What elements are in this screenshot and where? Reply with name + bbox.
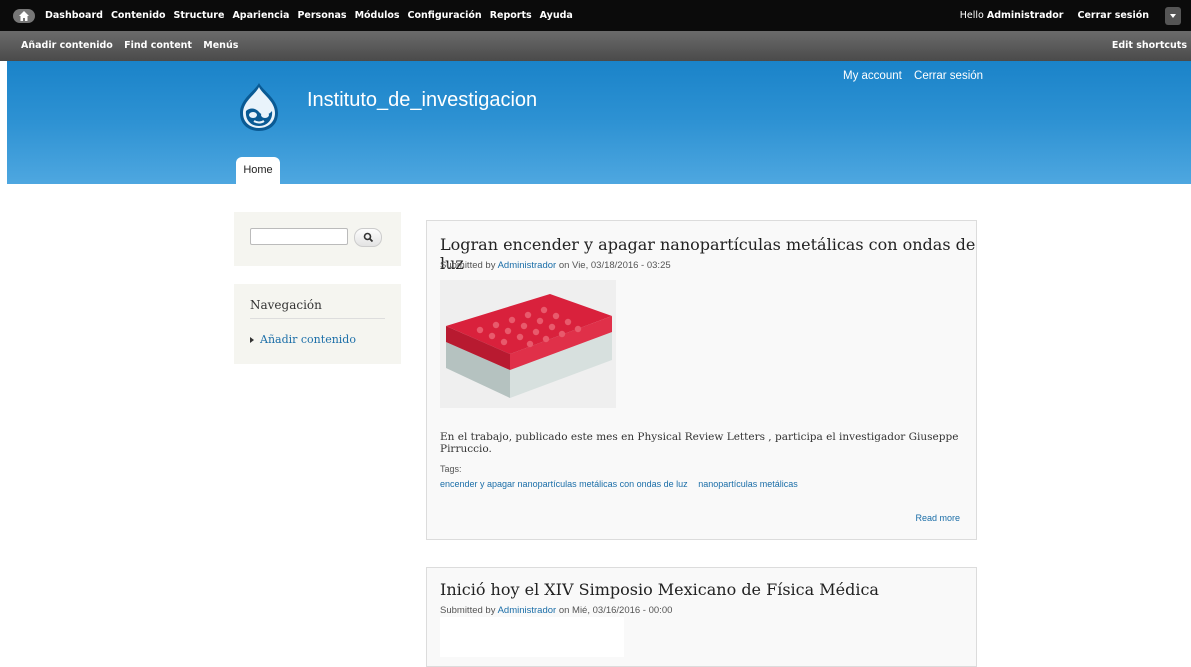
secondary-menu: My account Cerrar sesión	[843, 70, 992, 82]
logout-link[interactable]: Cerrar sesión	[1078, 10, 1150, 21]
admin-menu: Dashboard Contenido Structure Apariencia…	[45, 0, 581, 31]
search-input[interactable]	[250, 228, 348, 245]
tags-label: Tags:	[440, 464, 462, 474]
header-logout-link[interactable]: Cerrar sesión	[914, 70, 983, 82]
submitted-info: Submitted by Administrador on Mié, 03/16…	[440, 605, 672, 616]
menu-reports[interactable]: Reports	[490, 0, 532, 31]
menu-modulos[interactable]: Módulos	[355, 0, 400, 31]
toolbar-toggle-icon[interactable]	[1165, 6, 1181, 25]
submitted-info: Submitted by Administrador on Vie, 03/18…	[440, 260, 671, 271]
shortcut-menus[interactable]: Menús	[203, 40, 238, 51]
toolbar-user: Hello Administrador Cerrar sesión	[960, 0, 1181, 31]
menu-apariencia[interactable]: Apariencia	[232, 0, 289, 31]
menu-configuracion[interactable]: Configuración	[408, 0, 482, 31]
author-link[interactable]: Administrador	[498, 260, 557, 271]
article-title[interactable]: Inició hoy el XIV Simposio Mexicano de F…	[440, 580, 879, 599]
admin-toolbar: Dashboard Contenido Structure Apariencia…	[0, 0, 1191, 31]
home-icon[interactable]	[13, 9, 35, 23]
article-summary: En el trabajo, publicado este mes en Phy…	[440, 431, 959, 455]
tag-link[interactable]: nanopartículas metálicas	[698, 479, 798, 489]
user-name[interactable]: Administrador	[987, 10, 1064, 21]
drupal-logo-icon[interactable]	[234, 81, 284, 133]
tags-list: encender y apagar nanopartículas metálic…	[440, 479, 806, 489]
menu-ayuda[interactable]: Ayuda	[540, 0, 573, 31]
read-more-link[interactable]: Read more	[915, 513, 960, 523]
submitted-prefix: Submitted by	[440, 605, 496, 616]
tag-link[interactable]: encender y apagar nanopartículas metálic…	[440, 479, 688, 489]
site-header: Instituto_de_investigacion My account Ce…	[7, 61, 1191, 184]
article-image[interactable]	[440, 280, 616, 408]
article-image[interactable]	[440, 617, 624, 657]
navigation-title: Navegación	[250, 298, 385, 319]
nav-item-add-content[interactable]: Añadir contenido	[250, 333, 356, 346]
tab-home[interactable]: Home	[236, 157, 280, 184]
shortcut-add-content[interactable]: Añadir contenido	[21, 40, 113, 51]
article-teaser: Logran encender y apagar nanopartículas …	[426, 220, 977, 540]
my-account-link[interactable]: My account	[843, 70, 902, 82]
greeting-prefix: Hello	[959, 10, 984, 21]
author-link[interactable]: Administrador	[498, 605, 557, 616]
shortcut-find-content[interactable]: Find content	[124, 40, 192, 51]
edit-shortcuts-link[interactable]: Edit shortcuts	[1112, 31, 1187, 61]
article-date: on Mié, 03/16/2016 - 00:00	[558, 605, 673, 616]
search-block	[234, 212, 401, 266]
search-button[interactable]	[354, 228, 382, 247]
article-teaser: Inició hoy el XIV Simposio Mexicano de F…	[426, 567, 977, 667]
submitted-prefix: Submitted by	[440, 260, 496, 271]
menu-structure[interactable]: Structure	[174, 0, 225, 31]
shortcuts-bar: Añadir contenido Find content Menús Edit…	[0, 31, 1191, 61]
menu-personas[interactable]: Personas	[297, 0, 346, 31]
menu-contenido[interactable]: Contenido	[111, 0, 166, 31]
navigation-block: Navegación Añadir contenido	[234, 284, 401, 364]
article-date: on Vie, 03/18/2016 - 03:25	[558, 260, 671, 271]
menu-dashboard[interactable]: Dashboard	[45, 0, 103, 31]
site-name[interactable]: Instituto_de_investigacion	[307, 89, 537, 112]
search-icon	[363, 232, 374, 243]
user-greeting: Hello Administrador	[960, 10, 1064, 21]
